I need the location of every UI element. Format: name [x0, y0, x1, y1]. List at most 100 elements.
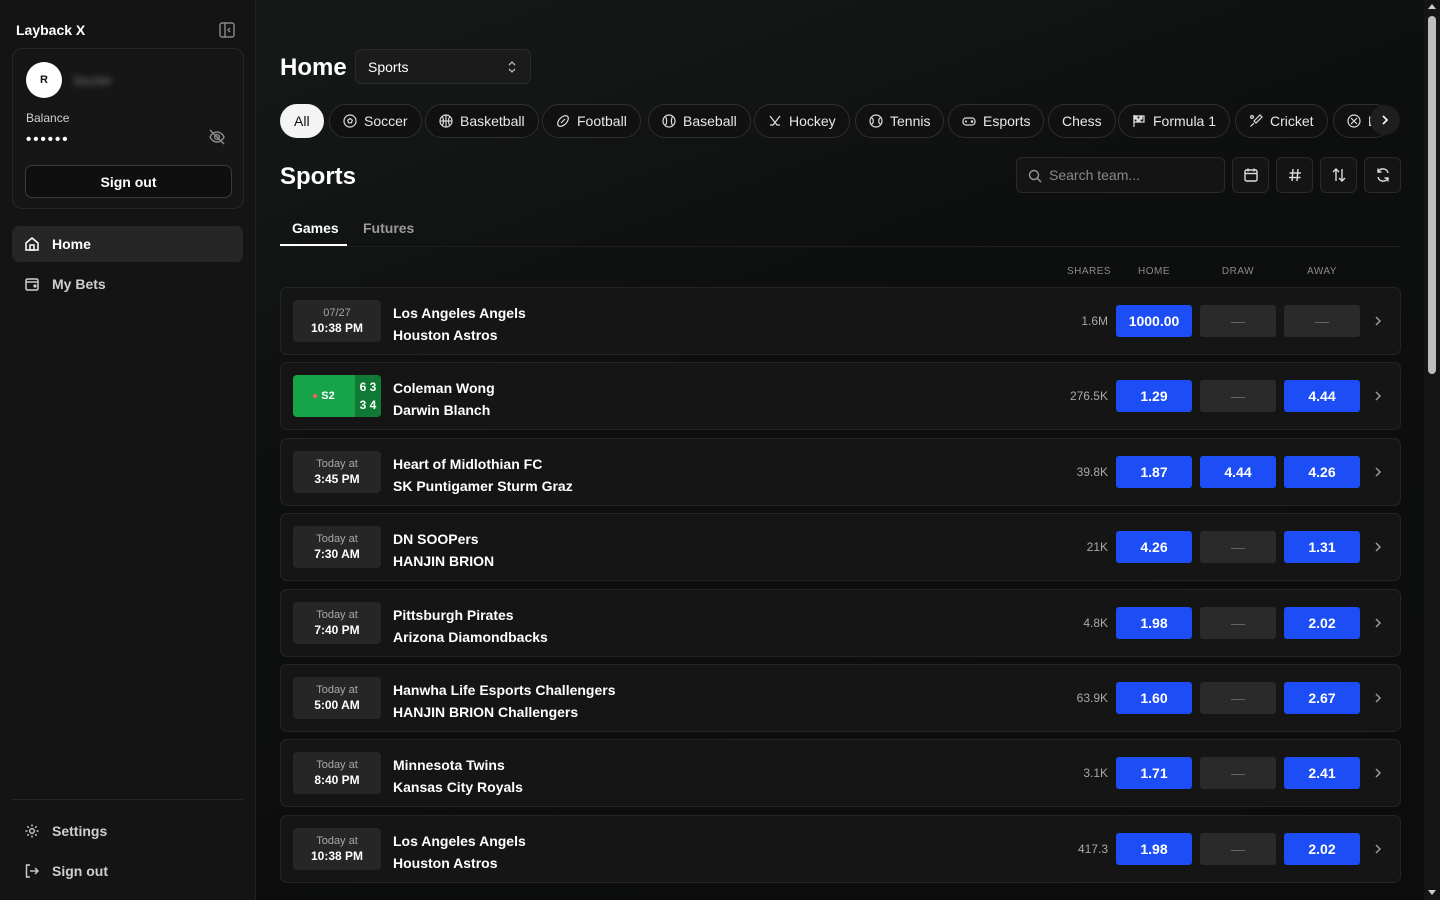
game-row[interactable]: 07/27 10:38 PM Los Angeles Angels Houston A…: [280, 287, 1401, 355]
live-set-label: S2: [321, 390, 335, 402]
odds-home-button[interactable]: 4.26: [1116, 531, 1192, 563]
chip-tennis[interactable]: Tennis: [855, 104, 945, 138]
odds-away-button[interactable]: 2.41: [1284, 757, 1360, 789]
game-row[interactable]: Today at 8:40 PM Minnesota Twins Kansas Cit…: [280, 739, 1401, 807]
sort-button[interactable]: [1320, 157, 1357, 193]
nav-item-signout[interactable]: Sign out: [12, 853, 243, 889]
game-time-badge: Today at 5:00 AM: [293, 677, 381, 719]
teams: Hanwha Life Esports Challengers HANJIN BR…: [393, 679, 616, 723]
odds-draw-button[interactable]: —: [1200, 607, 1276, 639]
nav-item-my-bets[interactable]: My Bets: [12, 266, 243, 302]
chip-baseball[interactable]: Baseball: [648, 104, 751, 138]
chevron-right-icon[interactable]: [1371, 842, 1385, 856]
sport-filter-chips: All Soccer Basketball Football Baseball …: [280, 104, 1400, 138]
game-row[interactable]: S2 6 33 4 Coleman Wong Darwin Blanch 276.5K 1…: [280, 362, 1401, 430]
column-header-draw: DRAW: [1221, 266, 1255, 277]
home-team-name: Los Angeles Angels: [393, 305, 526, 321]
odds-home-button[interactable]: 1.98: [1116, 607, 1192, 639]
odds-home-button[interactable]: 1.29: [1116, 380, 1192, 412]
chip-basketball[interactable]: Basketball: [425, 104, 539, 138]
tab-bar: Games Futures: [280, 210, 1400, 247]
odds-home-button[interactable]: 1.60: [1116, 682, 1192, 714]
chevron-up-down-icon: [508, 61, 516, 73]
chip-soccer[interactable]: Soccer: [329, 104, 422, 138]
odds-away-button[interactable]: 1.31: [1284, 531, 1360, 563]
chip-all[interactable]: All: [280, 104, 324, 138]
chip-label: Basketball: [460, 113, 525, 129]
odds-home-button[interactable]: 1000.00: [1116, 305, 1192, 337]
date-filter-button[interactable]: [1232, 157, 1269, 193]
sport-icon: [1347, 114, 1361, 128]
balance-value: ••••••: [26, 131, 70, 148]
chip-hockey[interactable]: Hockey: [754, 104, 850, 138]
sport-select[interactable]: Sports: [355, 49, 531, 84]
page-scrollbar[interactable]: [1424, 0, 1440, 900]
odds-home-button[interactable]: 1.98: [1116, 833, 1192, 865]
odds-away-button[interactable]: 2.02: [1284, 833, 1360, 865]
game-time-badge: Today at 7:30 AM: [293, 526, 381, 568]
chip-label: All: [294, 113, 310, 129]
nav-label-signout: Sign out: [52, 863, 108, 879]
game-row[interactable]: Today at 7:30 AM DN SOOPers HANJIN BRION 21K…: [280, 513, 1401, 581]
odds-away-button[interactable]: —: [1284, 305, 1360, 337]
column-header-shares: SHARES: [1066, 266, 1112, 277]
scroll-up-arrow-icon[interactable]: [1428, 4, 1436, 9]
hash-filter-button[interactable]: [1276, 157, 1313, 193]
game-time-badge: Today at 3:45 PM: [293, 451, 381, 493]
odds-away-button[interactable]: 2.02: [1284, 607, 1360, 639]
avatar[interactable]: R: [26, 62, 62, 98]
chevron-right-icon[interactable]: [1371, 766, 1385, 780]
chip-esports[interactable]: Esports: [948, 104, 1045, 138]
odds-draw-button[interactable]: —: [1200, 682, 1276, 714]
game-row[interactable]: Today at 10:38 PM Los Angeles Angels Housto…: [280, 815, 1401, 883]
odds-home-button[interactable]: 1.87: [1116, 456, 1192, 488]
username: Sizzler: [73, 73, 113, 88]
game-row[interactable]: Today at 7:40 PM Pittsburgh Pirates Arizona…: [280, 589, 1401, 657]
chevron-right-icon[interactable]: [1371, 540, 1385, 554]
odds-away-button[interactable]: 4.26: [1284, 456, 1360, 488]
odds-draw-button[interactable]: —: [1200, 305, 1276, 337]
odds-draw-button[interactable]: —: [1200, 380, 1276, 412]
gamepad-icon: [962, 117, 976, 126]
chevron-right-icon[interactable]: [1371, 691, 1385, 705]
game-row[interactable]: Today at 3:45 PM Heart of Midlothian FC SK …: [280, 438, 1401, 506]
live-dot-icon: [313, 394, 318, 398]
card-signout-button[interactable]: Sign out: [25, 165, 232, 198]
shares-value: 1.6M: [1081, 314, 1108, 328]
eye-off-icon[interactable]: [208, 129, 226, 145]
nav-item-settings[interactable]: Settings: [12, 813, 243, 849]
chevron-right-icon[interactable]: [1371, 616, 1385, 630]
scroll-thumb[interactable]: [1428, 16, 1436, 374]
tab-futures[interactable]: Futures: [363, 220, 414, 236]
sport-select-value: Sports: [368, 58, 409, 75]
sort-arrows-icon: [1332, 168, 1345, 182]
odds-away-button[interactable]: 4.44: [1284, 380, 1360, 412]
chips-scroll-right-button[interactable]: [1370, 105, 1400, 135]
nav-item-home[interactable]: Home: [12, 226, 243, 262]
search-input[interactable]: [1049, 167, 1219, 183]
game-row[interactable]: Today at 5:00 AM Hanwha Life Esports Chall…: [280, 664, 1401, 732]
search-icon: [1028, 169, 1042, 183]
home-team-name: Heart of Midlothian FC: [393, 456, 543, 472]
chevron-right-icon[interactable]: [1371, 314, 1385, 328]
sidebar-toggle-icon[interactable]: [218, 21, 236, 39]
column-header-home: HOME: [1138, 266, 1170, 277]
chevron-right-icon[interactable]: [1371, 389, 1385, 403]
odds-home-button[interactable]: 1.71: [1116, 757, 1192, 789]
odds-draw-button[interactable]: 4.44: [1200, 456, 1276, 488]
chip-football[interactable]: Football: [542, 104, 641, 138]
refresh-button[interactable]: [1364, 157, 1401, 193]
chip-chess[interactable]: Chess: [1048, 104, 1116, 138]
tab-games[interactable]: Games: [292, 220, 339, 236]
odds-draw-button[interactable]: —: [1200, 531, 1276, 563]
odds-draw-button[interactable]: —: [1200, 757, 1276, 789]
chip-label: Hockey: [789, 113, 836, 129]
odds-draw-button[interactable]: —: [1200, 833, 1276, 865]
chip-formula-1[interactable]: Formula 1: [1118, 104, 1231, 138]
chevron-right-icon[interactable]: [1371, 465, 1385, 479]
odds-away-button[interactable]: 2.67: [1284, 682, 1360, 714]
user-card: R Sizzler Balance •••••• Sign out: [12, 48, 244, 209]
away-team-name: Arizona Diamondbacks: [393, 629, 548, 645]
scroll-down-arrow-icon[interactable]: [1428, 890, 1436, 895]
chip-cricket[interactable]: Cricket: [1235, 104, 1328, 138]
